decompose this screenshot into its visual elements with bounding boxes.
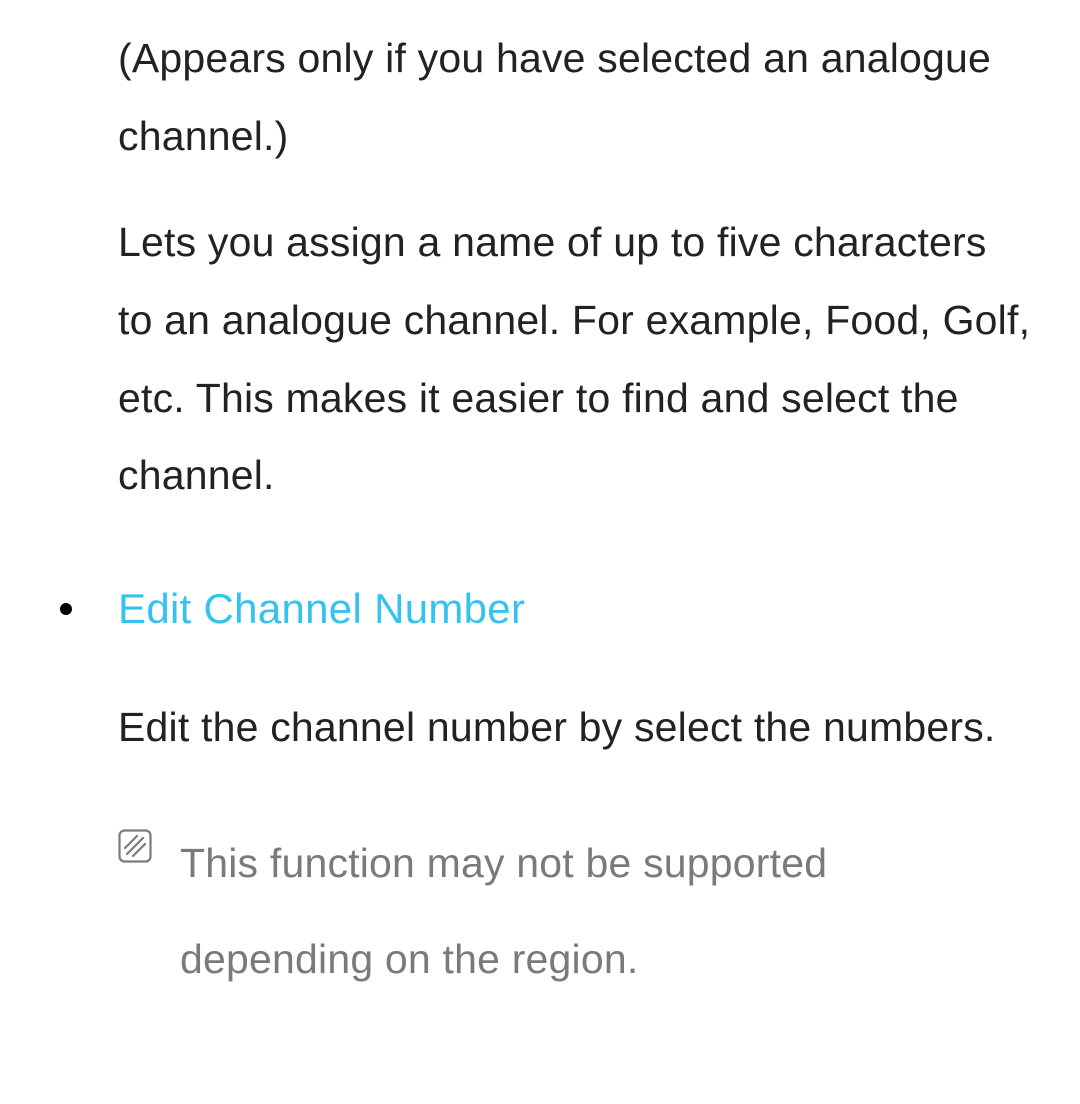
bullet-item: Edit Channel Number — [60, 577, 1032, 640]
description-text: Lets you assign a name of up to five cha… — [118, 204, 1032, 516]
note-icon — [118, 829, 152, 868]
bullet-dot-icon — [60, 603, 72, 615]
condition-text: (Appears only if you have selected an an… — [118, 20, 1032, 176]
bullet-title: Edit Channel Number — [118, 577, 525, 640]
bullet-description: Edit the channel number by select the nu… — [118, 680, 1032, 774]
note-text: This function may not be supported depen… — [180, 815, 1032, 1008]
note-block: This function may not be supported depen… — [118, 815, 1032, 1008]
